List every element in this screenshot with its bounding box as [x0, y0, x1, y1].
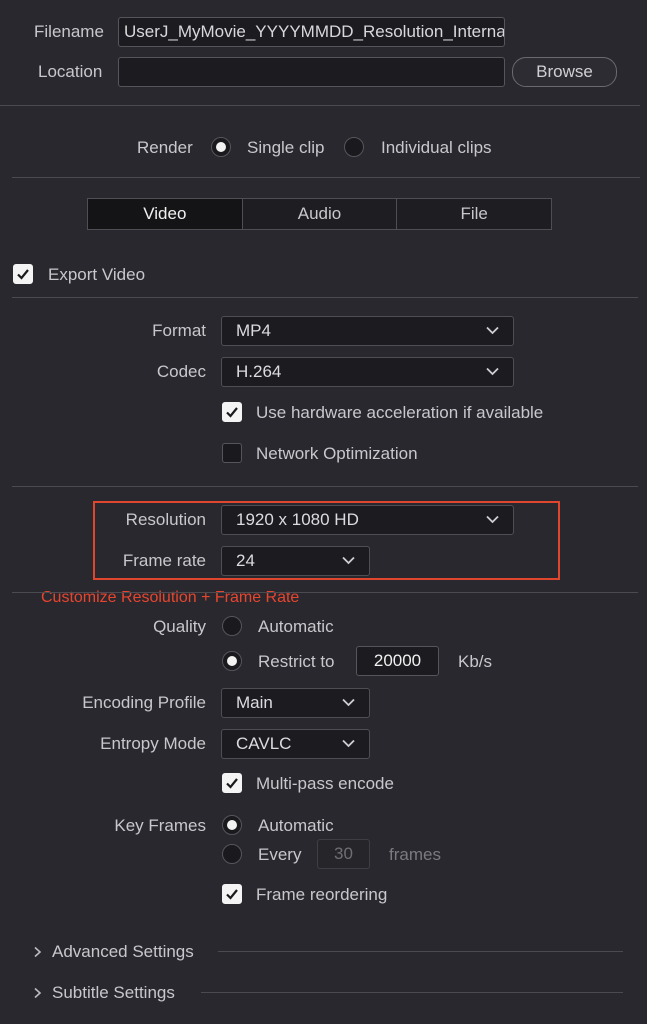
divider: [218, 951, 623, 952]
key-frames-every-label: Every: [258, 845, 302, 864]
divider: [12, 177, 640, 178]
hw-accel-label: Use hardware acceleration if available: [256, 403, 544, 422]
chevron-down-icon: [342, 739, 355, 748]
render-single-clip-radio[interactable]: [211, 137, 231, 157]
divider: [12, 486, 638, 487]
quality-automatic-label: Automatic: [258, 617, 334, 636]
divider: [12, 592, 638, 593]
bitrate-input[interactable]: 20000: [356, 646, 439, 676]
codec-label: Codec: [156, 362, 206, 381]
filename-input[interactable]: UserJ_MyMovie_YYYYMMDD_Resolution_Intern…: [118, 17, 505, 47]
quality-restrict-label: Restrict to: [258, 652, 335, 671]
frame-reorder-label: Frame reordering: [256, 885, 388, 904]
advanced-settings-toggle[interactable]: Advanced Settings: [33, 941, 623, 963]
checkmark-icon: [226, 889, 238, 900]
frame-reorder-checkbox[interactable]: [222, 884, 242, 904]
subtitle-settings-toggle[interactable]: Subtitle Settings: [33, 982, 623, 1004]
render-label: Render: [137, 138, 193, 157]
highlight-box: [93, 501, 560, 580]
codec-value: H.264: [236, 362, 282, 381]
key-frames-automatic-radio[interactable]: [222, 815, 242, 835]
tab-video[interactable]: Video: [88, 199, 243, 229]
advanced-settings-label: Advanced Settings: [52, 942, 194, 961]
network-opt-label: Network Optimization: [256, 444, 418, 463]
divider: [0, 105, 640, 106]
export-video-label: Export Video: [48, 265, 146, 284]
chevron-right-icon: [34, 987, 42, 999]
format-label: Format: [152, 321, 206, 340]
entropy-mode-select[interactable]: CAVLC: [221, 729, 370, 759]
browse-button[interactable]: Browse: [512, 57, 617, 87]
entropy-mode-label: Entropy Mode: [100, 734, 206, 753]
hw-accel-checkbox[interactable]: [222, 402, 242, 422]
key-frames-automatic-label: Automatic: [258, 816, 334, 835]
key-frames-every-input[interactable]: 30: [317, 839, 370, 869]
entropy-mode-value: CAVLC: [236, 734, 292, 753]
tab-bar: Video Audio File: [87, 198, 552, 230]
encoding-profile-value: Main: [236, 693, 273, 712]
network-opt-checkbox[interactable]: [222, 443, 242, 463]
subtitle-settings-label: Subtitle Settings: [52, 983, 175, 1002]
chevron-down-icon: [486, 326, 499, 335]
quality-label: Quality: [153, 617, 206, 636]
codec-select[interactable]: H.264: [221, 357, 514, 387]
checkmark-icon: [17, 269, 29, 280]
quality-restrict-radio[interactable]: [222, 651, 242, 671]
chevron-down-icon: [342, 698, 355, 707]
export-video-checkbox[interactable]: [13, 264, 33, 284]
key-frames-every-radio[interactable]: [222, 844, 242, 864]
render-individual-clips-label: Individual clips: [381, 138, 492, 157]
checkmark-icon: [226, 407, 238, 418]
filename-label: Filename: [34, 22, 104, 41]
render-single-clip-label: Single clip: [247, 138, 325, 157]
encoding-profile-label: Encoding Profile: [82, 693, 206, 712]
encoding-profile-select[interactable]: Main: [221, 688, 370, 718]
quality-automatic-radio[interactable]: [222, 616, 242, 636]
tab-audio[interactable]: Audio: [242, 199, 398, 229]
key-frames-label: Key Frames: [114, 816, 206, 835]
divider: [12, 297, 638, 298]
location-input[interactable]: [118, 57, 505, 87]
bitrate-unit: Kb/s: [458, 652, 493, 671]
location-label: Location: [38, 62, 103, 81]
divider: [201, 992, 623, 993]
chevron-down-icon: [486, 367, 499, 376]
tab-file[interactable]: File: [397, 199, 552, 229]
render-individual-clips-radio[interactable]: [344, 137, 364, 157]
checkmark-icon: [226, 778, 238, 789]
chevron-right-icon: [34, 946, 42, 958]
format-select[interactable]: MP4: [221, 316, 514, 346]
multipass-checkbox[interactable]: [222, 773, 242, 793]
key-frames-unit: frames: [389, 845, 441, 864]
format-value: MP4: [236, 321, 271, 340]
multipass-label: Multi-pass encode: [256, 774, 394, 793]
